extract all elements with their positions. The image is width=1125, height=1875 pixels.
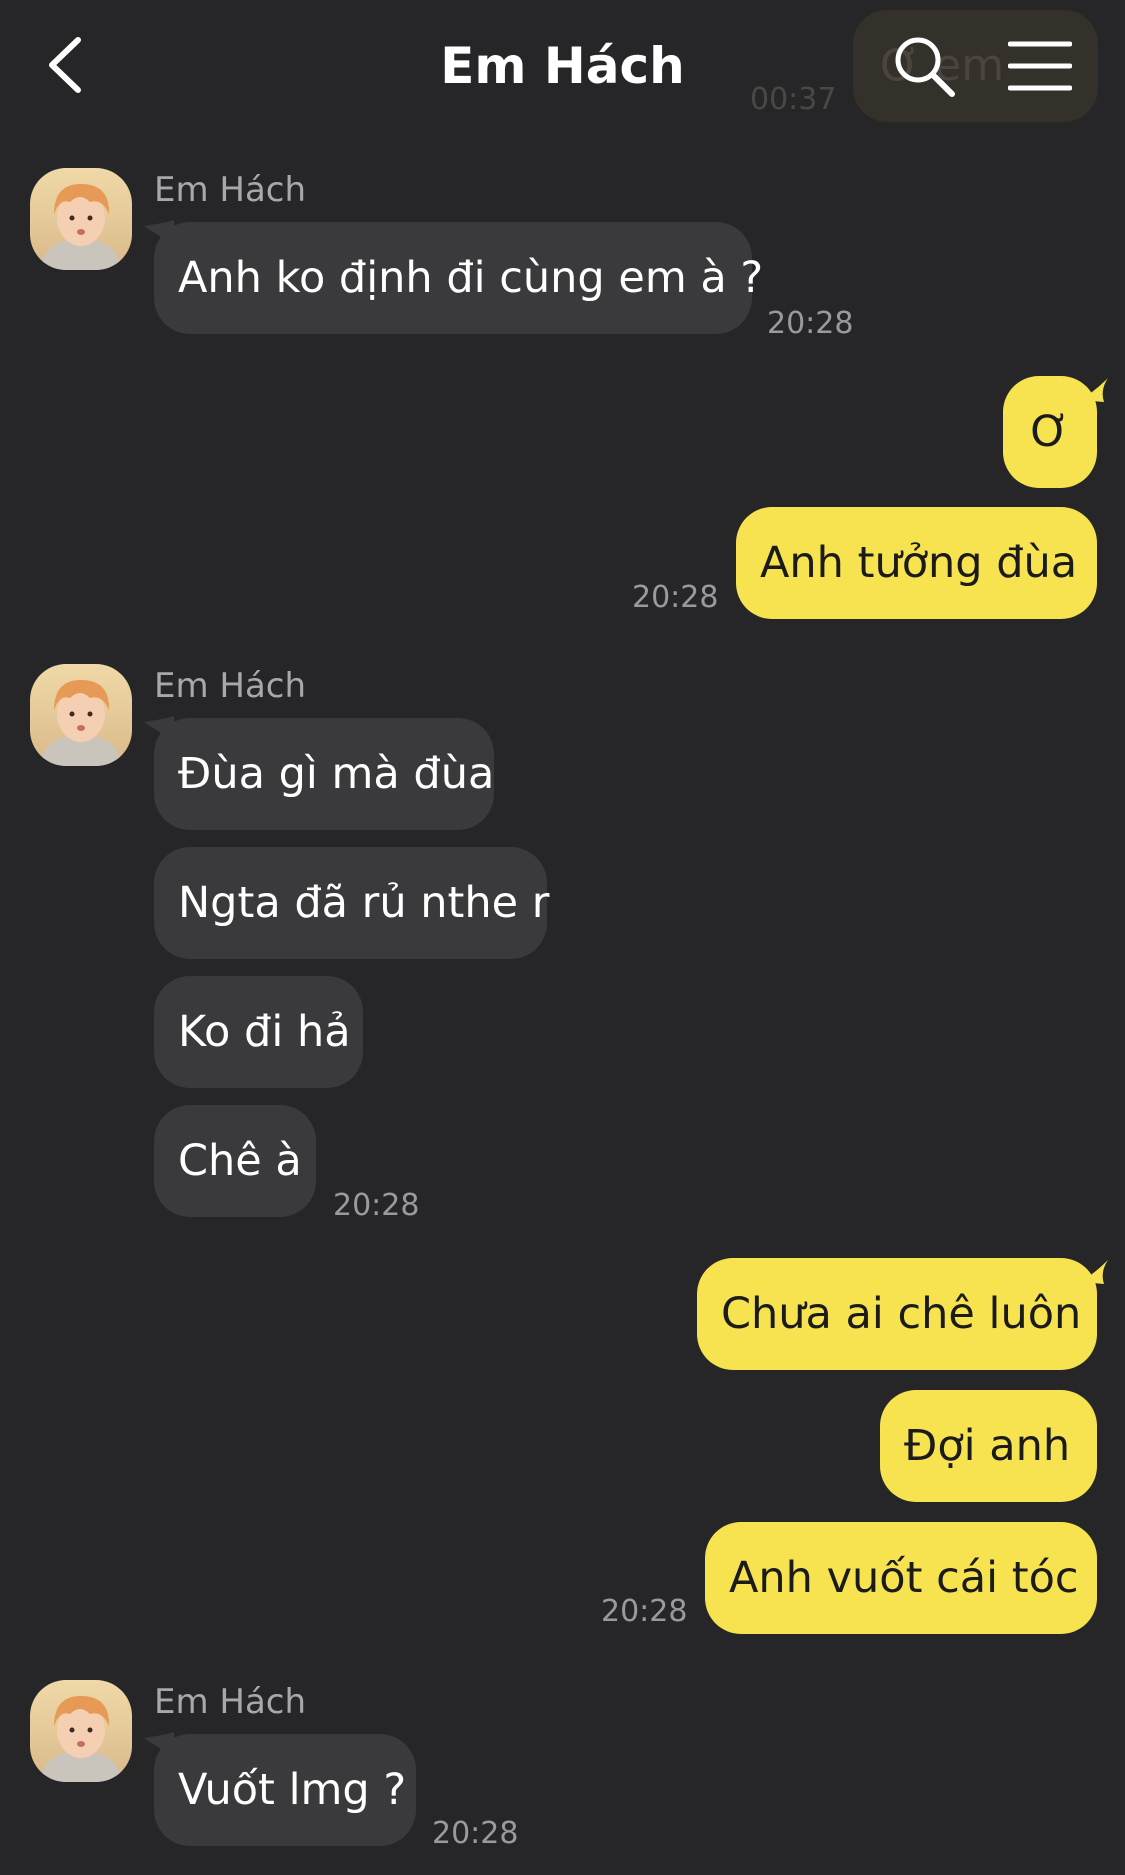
message-bubble[interactable]: Anh tưởng đùa [736, 507, 1097, 619]
message-bubble[interactable]: Ngta đã rủ nthe r [154, 847, 550, 959]
message-text: Đợi anh [904, 1421, 1071, 1471]
sender-name: Em Hách [154, 666, 307, 706]
message-bubble[interactable]: Đợi anh [880, 1390, 1097, 1502]
message-bubble[interactable]: Chê à [154, 1105, 316, 1217]
message-text: Chưa ai chê luôn [721, 1289, 1082, 1339]
message-bubble[interactable]: Chưa ai chê luôn [697, 1258, 1097, 1370]
message-text: Ngta đã rủ nthe r [178, 878, 550, 928]
message-bubble[interactable]: Anh vuốt cái tóc [705, 1522, 1097, 1634]
menu-icon [1007, 41, 1073, 91]
message-text: Đùa gì mà đùa [178, 749, 495, 799]
message-text: Vuốt lmg ? [178, 1765, 407, 1815]
contact-avatar[interactable] [30, 168, 132, 270]
message-time: 20:28 [632, 580, 719, 615]
message-time: 20:28 [432, 1816, 519, 1851]
message-text: Anh vuốt cái tóc [729, 1553, 1079, 1603]
message-bubble[interactable]: Ơ [1003, 376, 1097, 488]
message-time: 20:28 [333, 1188, 420, 1223]
message-text: Anh tưởng đùa [760, 538, 1078, 588]
message-bubble[interactable]: Vuốt lmg ? [154, 1734, 416, 1846]
chat-header: 00:37 Ơ em Em Hách [0, 0, 1125, 140]
message-bubble[interactable]: Anh ko định đi cùng em à ? [154, 222, 763, 334]
message-text: Ko đi hả [178, 1007, 351, 1057]
message-text: Ơ [1030, 407, 1070, 457]
sender-name: Em Hách [154, 1682, 307, 1722]
message-bubble[interactable]: Ko đi hả [154, 976, 363, 1088]
message-time: 20:28 [601, 1594, 688, 1629]
message-time: 20:28 [767, 306, 854, 341]
search-icon [895, 37, 955, 97]
search-button[interactable] [890, 32, 960, 102]
contact-avatar[interactable] [30, 1680, 132, 1782]
message-text: Chê à [178, 1136, 302, 1186]
sender-name: Em Hách [154, 170, 307, 210]
message-text: Anh ko định đi cùng em à ? [178, 253, 764, 303]
message-bubble[interactable]: Đùa gì mà đùa [154, 718, 494, 830]
contact-avatar[interactable] [30, 664, 132, 766]
menu-button[interactable] [1007, 38, 1073, 94]
